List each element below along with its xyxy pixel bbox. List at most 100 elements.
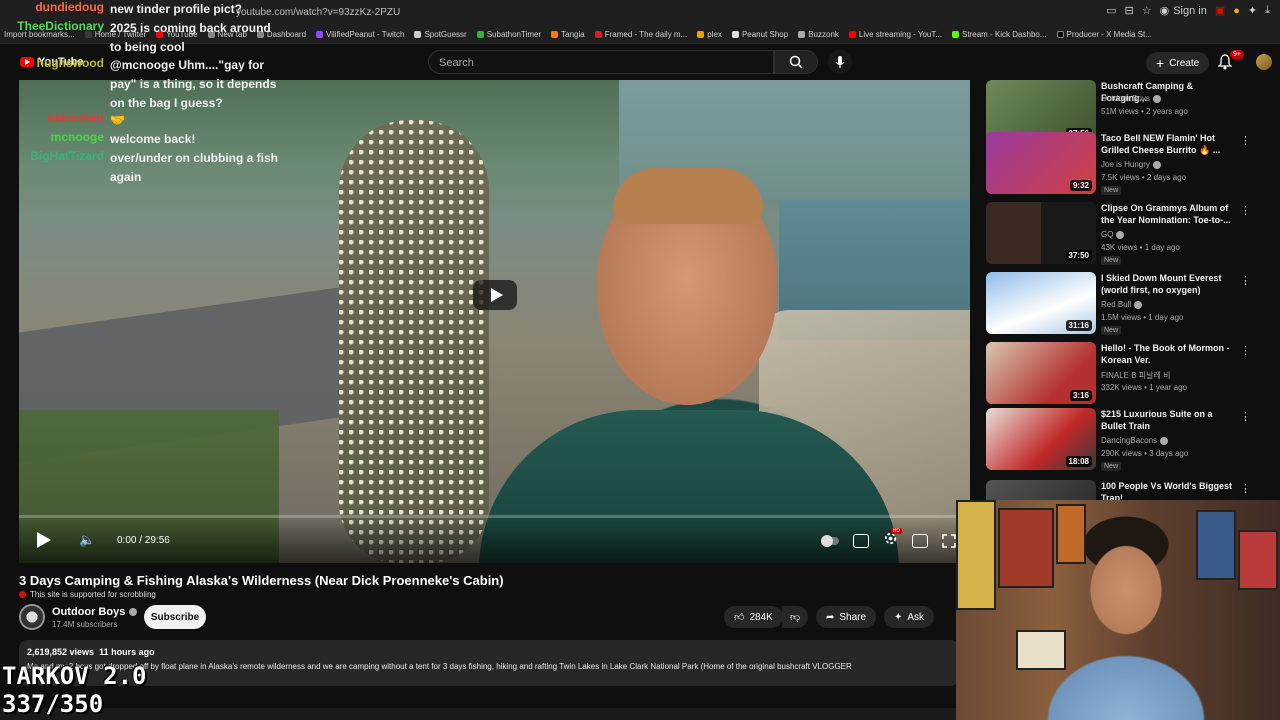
recommendation-stats: 7.5K views • 2 days ago xyxy=(1101,173,1187,182)
recommendation-title[interactable]: Clipse On Grammys Album of the Year Nomi… xyxy=(1101,202,1236,226)
autoplay-toggle-icon[interactable] xyxy=(821,535,839,547)
webcam-poster xyxy=(1056,504,1086,564)
star-icon[interactable]: ☆ xyxy=(1142,4,1152,17)
bookmark-item[interactable]: Producer - X Media St... xyxy=(1056,30,1152,39)
chat-username: TheeDictionary xyxy=(17,19,104,33)
duration-badge: 18:08 xyxy=(1065,456,1092,467)
new-badge: New xyxy=(1101,256,1122,265)
bookmark-item[interactable]: SubathonTimer xyxy=(476,30,541,39)
bookmark-item[interactable]: Framed - The daily m... xyxy=(594,30,687,39)
recommendation-channel[interactable]: Outdoor Boys xyxy=(1101,94,1161,103)
duration-badge: 31:16 xyxy=(1065,320,1092,331)
settings-button[interactable]: HD xyxy=(883,528,902,551)
recommendation-channel[interactable]: FINALE B 피날레 비 xyxy=(1101,370,1170,381)
share-button[interactable]: ➦ Share xyxy=(816,606,877,628)
recommendation-title[interactable]: 100 People Vs World's Biggest Trap! xyxy=(1101,480,1236,500)
account-icon: ◉ xyxy=(1159,5,1170,17)
recommendation-channel[interactable]: Joe is Hungry xyxy=(1101,160,1161,169)
chat-text: 2025 is coming back around to being cool xyxy=(110,21,271,54)
recommendation-title[interactable]: I Skied Down Mount Everest (world first,… xyxy=(1101,272,1236,296)
youtube-icon xyxy=(848,31,856,38)
create-button[interactable]: + Create xyxy=(1146,52,1210,74)
miniplayer-icon[interactable] xyxy=(912,534,928,548)
plex-icon xyxy=(697,31,705,38)
progress-bar[interactable] xyxy=(19,515,970,518)
description-text: Me and my 2 boys got dropped off by floa… xyxy=(27,662,852,671)
bookmark-item[interactable]: VilifiedPeanut - Twitch xyxy=(316,30,404,39)
captions-icon[interactable] xyxy=(853,534,869,548)
recommendation-item[interactable]: 100 People Vs World's Biggest Trap! ⋮ xyxy=(986,480,1256,500)
channel-avatar[interactable] xyxy=(19,604,45,630)
recommendation-channel[interactable]: DancingBacons xyxy=(1101,436,1169,445)
install-icon[interactable]: ⊟ xyxy=(1125,4,1134,17)
recommendation-item[interactable]: 18:08 $215 Luxurious Suite on a Bullet T… xyxy=(986,408,1256,471)
recommendation-title[interactable]: Taco Bell NEW Flamin' Hot Grilled Cheese… xyxy=(1101,132,1236,156)
subscribe-button[interactable]: Subscribe xyxy=(144,605,206,629)
bookmark-item[interactable]: Live streaming - YouT... xyxy=(848,30,942,39)
chat-message: BigHatTizard over/under on clubbing a fi… xyxy=(0,149,282,187)
chat-message: mcnooge welcome back! xyxy=(0,130,282,149)
bookmark-item[interactable]: Buzzonk xyxy=(798,30,839,39)
description-box[interactable]: 2,619,852 views 11 hours ago Me and my 2… xyxy=(19,640,959,686)
recommendation-item[interactable]: 3:16 Hello! - The Book of Mormon - Korea… xyxy=(986,342,1256,404)
more-options-icon[interactable]: ⋮ xyxy=(1240,134,1251,147)
recommendation-thumbnail[interactable]: 18:08 xyxy=(986,408,1096,470)
hd-badge: HD xyxy=(890,528,902,534)
ask-button[interactable]: ✦ Ask xyxy=(884,606,935,628)
bookmark-item[interactable]: Tangia xyxy=(551,30,585,39)
microphone-icon xyxy=(835,56,845,68)
framed-icon xyxy=(594,31,602,38)
recommendation-thumbnail[interactable]: 37:50 xyxy=(986,202,1096,264)
bookmark-item[interactable]: plex xyxy=(697,30,722,39)
more-options-icon[interactable]: ⋮ xyxy=(1240,410,1251,423)
recommendation-title[interactable]: $215 Luxurious Suite on a Bullet Train xyxy=(1101,408,1236,432)
chat-text: @mcnooge Uhm...."gay for pay" is a thing… xyxy=(110,58,277,110)
chat-username: BigHatTizard xyxy=(30,149,104,163)
chat-username: kabonken xyxy=(47,111,104,125)
recommendation-thumbnail[interactable]: 31:16 xyxy=(986,272,1096,334)
volume-icon[interactable]: 🔈 xyxy=(79,532,95,548)
recommendation-channel[interactable]: GQ xyxy=(1101,230,1125,239)
bookmark-item[interactable]: SpotGuessr xyxy=(414,30,467,39)
bookmark-item[interactable]: Peanut Shop xyxy=(731,30,788,39)
more-options-icon[interactable]: ⋮ xyxy=(1240,274,1251,287)
more-options-icon[interactable]: ⋮ xyxy=(1240,204,1251,217)
dislike-button[interactable]: 👎︎ xyxy=(782,606,809,628)
x-icon xyxy=(1056,31,1064,38)
channel-name[interactable]: Outdoor Boys xyxy=(52,606,138,618)
recommendation-thumbnail[interactable]: 9:32 xyxy=(986,132,1096,194)
recommendation-channel[interactable]: Red Bull xyxy=(1101,300,1143,309)
video-frame-hair xyxy=(613,168,763,224)
puzzle-icon[interactable]: ✦ xyxy=(1248,4,1257,17)
download-icon[interactable]: ⤓ xyxy=(1265,4,1270,17)
voice-search-button[interactable] xyxy=(828,50,852,74)
extension-emoji-icon[interactable]: ● xyxy=(1233,5,1240,17)
recommendation-item[interactable]: 37:50 Clipse On Grammys Album of the Yea… xyxy=(986,202,1256,265)
recommendation-thumbnail[interactable]: 3:16 xyxy=(986,342,1096,404)
fullscreen-icon[interactable] xyxy=(942,534,956,548)
sign-in-button[interactable]: ◉ Sign in xyxy=(1159,4,1207,18)
cast-icon[interactable]: ▭ xyxy=(1106,4,1116,17)
play-icon[interactable] xyxy=(37,532,51,548)
recommendation-stats: 332K views • 1 year ago xyxy=(1101,383,1187,392)
search-button[interactable] xyxy=(774,50,818,74)
extension-lastfm-icon[interactable]: ▣ xyxy=(1215,4,1225,17)
more-options-icon[interactable]: ⋮ xyxy=(1240,344,1251,357)
chat-text: over/under on clubbing a fish again xyxy=(110,151,279,184)
chat-text: 🤝 xyxy=(110,113,125,127)
center-play-button[interactable] xyxy=(473,280,517,310)
account-avatar[interactable] xyxy=(1256,54,1272,70)
bookmark-item[interactable]: Stream - Kick Dashbo... xyxy=(952,30,1047,39)
more-options-icon[interactable]: ⋮ xyxy=(1240,482,1251,495)
chat-text: welcome back! xyxy=(110,132,196,146)
recommendation-item[interactable]: 9:32 Taco Bell NEW Flamin' Hot Grilled C… xyxy=(986,132,1256,195)
description-meta: 2,619,852 views 11 hours ago xyxy=(27,647,155,657)
recommendation-item[interactable]: 31:16 I Skied Down Mount Everest (world … xyxy=(986,272,1256,335)
recommendation-stats: 290K views • 3 days ago xyxy=(1101,449,1189,458)
search-input[interactable]: Search xyxy=(428,50,774,74)
recommendation-title[interactable]: Hello! - The Book of Mormon - Korean Ver… xyxy=(1101,342,1236,366)
overlay-progress-count: 337/350 xyxy=(2,690,104,718)
recommendation-thumbnail[interactable] xyxy=(986,480,1096,500)
like-button[interactable]: 👍︎ 284K xyxy=(724,606,783,628)
webcam-poster xyxy=(956,500,996,610)
